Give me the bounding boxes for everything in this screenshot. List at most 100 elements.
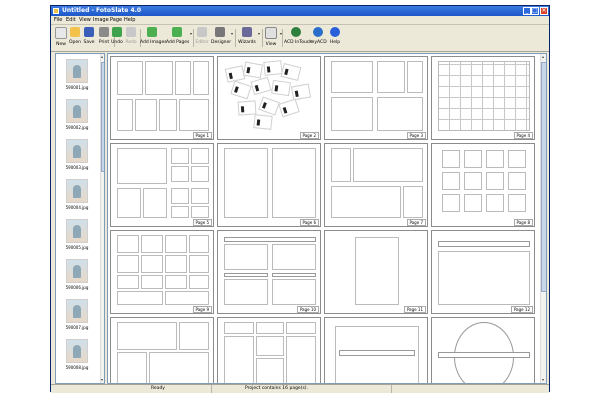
print-button[interactable]: Print	[97, 27, 111, 49]
open-button[interactable]: Open	[68, 27, 82, 49]
close-button[interactable]: ✕	[540, 7, 548, 15]
photo-thumbnail	[66, 179, 88, 203]
page-thumbnail[interactable]: Page 1	[110, 56, 214, 140]
wizards-dropdown-arrow[interactable]: ▾	[258, 31, 260, 36]
app-window: Untitled - FotoSlate 4.0 _ □ ✕ File Edit…	[50, 5, 550, 393]
designer-dropdown-arrow[interactable]: ▾	[231, 31, 233, 36]
page-thumbnail[interactable]: Page 7	[324, 143, 428, 227]
scroll-up-arrow-icon[interactable]: ▴	[101, 54, 103, 59]
page-thumbnail[interactable]	[217, 317, 321, 383]
acd-intouch-icon	[291, 27, 301, 37]
image-thumbnail[interactable]: 590008.jpg	[61, 339, 93, 370]
photo-thumbnail	[66, 139, 88, 163]
folder-open-icon	[70, 27, 80, 37]
page-thumbnail[interactable]: Page 4	[431, 56, 535, 140]
page-label: Page 2	[299, 132, 319, 139]
image-thumbnail[interactable]: 590002.jpg	[61, 99, 93, 130]
designer-button[interactable]: Designer ▾	[211, 27, 233, 49]
scrollbar-thumb[interactable]	[541, 62, 546, 292]
wizard-icon	[242, 27, 252, 37]
page-thumbnail[interactable]: Page 12	[431, 230, 535, 314]
add-pages-dropdown-arrow[interactable]: ▾	[190, 31, 192, 36]
page-thumbnail[interactable]: Page 11	[324, 230, 428, 314]
image-thumbnail[interactable]: 590003.jpg	[61, 139, 93, 170]
scrollbar-thumb[interactable]	[101, 62, 104, 172]
add-images-button[interactable]: Add Images	[140, 27, 167, 49]
myacd-icon	[313, 27, 323, 37]
add-images-label: Add Images	[140, 40, 167, 45]
page-label: Page 6	[299, 219, 319, 226]
image-thumbnail[interactable]: 590007.jpg	[61, 299, 93, 330]
image-filename: 590007.jpg	[65, 325, 89, 330]
page-grid: Page 1 Page 2 Page 3 Page 4 Page 5 Page …	[107, 53, 547, 384]
image-thumbnail[interactable]: 590006.jpg	[61, 259, 93, 290]
menu-file[interactable]: File	[54, 17, 62, 23]
image-filename: 590001.jpg	[65, 85, 89, 90]
help-button[interactable]: Help	[328, 27, 342, 49]
page-thumbnail[interactable]: Page 10	[217, 230, 321, 314]
page-thumbnail[interactable]: Page 3	[324, 56, 428, 140]
image-panel-scrollbar[interactable]: ▴ ▾	[100, 54, 104, 383]
maximize-button[interactable]: □	[531, 7, 539, 15]
help-icon	[330, 27, 340, 37]
toolbar-separator	[193, 29, 194, 47]
editor-button[interactable]: Editor	[195, 27, 209, 49]
page-label: Page 3	[406, 132, 426, 139]
myacd-button[interactable]: myACD	[310, 27, 327, 49]
save-label: Save	[83, 40, 95, 45]
image-thumbnail[interactable]: 590005.jpg	[61, 219, 93, 250]
open-label: Open	[68, 40, 82, 45]
menu-page[interactable]: Page	[110, 17, 122, 23]
menu-view[interactable]: View	[79, 17, 91, 23]
minimize-button[interactable]: _	[523, 7, 531, 15]
status-divider	[391, 385, 392, 393]
editor-icon	[197, 27, 207, 37]
page-thumbnail[interactable]: Page 6	[217, 143, 321, 227]
scroll-down-arrow-icon[interactable]: ▾	[542, 377, 544, 382]
save-icon	[84, 27, 94, 37]
view-icon	[265, 27, 277, 39]
save-button[interactable]: Save	[82, 27, 96, 49]
scroll-down-arrow-icon[interactable]: ▾	[101, 377, 103, 382]
myacd-label: myACD	[310, 40, 327, 45]
page-grid-scrollbar[interactable]: ▴ ▾	[540, 54, 546, 383]
editor-label: Editor	[195, 40, 209, 45]
image-thumbnail[interactable]: 590001.jpg	[61, 59, 93, 90]
page-thumbnail[interactable]: Page 9	[110, 230, 214, 314]
app-icon	[53, 8, 59, 14]
image-filename: 590002.jpg	[65, 125, 89, 130]
undo-button[interactable]: Undo	[110, 27, 124, 49]
redo-label: Redo	[125, 40, 137, 45]
menu-edit[interactable]: Edit	[66, 17, 76, 23]
acd-intouch-button[interactable]: ACD InTouch	[284, 27, 312, 49]
scroll-up-arrow-icon[interactable]: ▴	[542, 54, 544, 59]
menu-help[interactable]: Help	[124, 17, 135, 23]
menu-image[interactable]: Image	[93, 17, 109, 23]
photo-thumbnail	[66, 299, 88, 323]
menu-bar: File Edit View Image Page Help	[51, 16, 549, 25]
view-button[interactable]: View ▾	[264, 27, 282, 49]
new-button[interactable]: New	[54, 27, 68, 49]
new-label: New	[56, 42, 66, 47]
help-label: Help	[329, 40, 341, 45]
wizards-button[interactable]: Wizards ▾	[238, 27, 260, 49]
add-pages-button[interactable]: Add Pages ▾	[166, 27, 192, 49]
page-thumbnail[interactable]	[431, 317, 535, 383]
window-title: Untitled - FotoSlate 4.0	[62, 7, 142, 14]
page-thumbnail[interactable]: Page 5	[110, 143, 214, 227]
page-thumbnail[interactable]	[324, 317, 428, 383]
redo-button[interactable]: Redo	[124, 27, 138, 49]
page-thumbnail[interactable]: Page 8	[431, 143, 535, 227]
page-label: Page 11	[403, 306, 426, 313]
image-thumbnail[interactable]: 590004.jpg	[61, 179, 93, 210]
photo-thumbnail	[66, 219, 88, 243]
title-bar[interactable]: Untitled - FotoSlate 4.0 _ □ ✕	[51, 6, 549, 16]
page-label: Page 10	[296, 306, 319, 313]
photo-thumbnail	[66, 339, 88, 363]
page-label: Page 4	[513, 132, 533, 139]
undo-label: Undo	[111, 40, 123, 45]
page-thumbnail[interactable]	[110, 317, 214, 383]
page-thumbnail[interactable]: Page 2	[217, 56, 321, 140]
photo-thumbnail	[66, 59, 88, 83]
add-pages-icon	[172, 27, 182, 37]
